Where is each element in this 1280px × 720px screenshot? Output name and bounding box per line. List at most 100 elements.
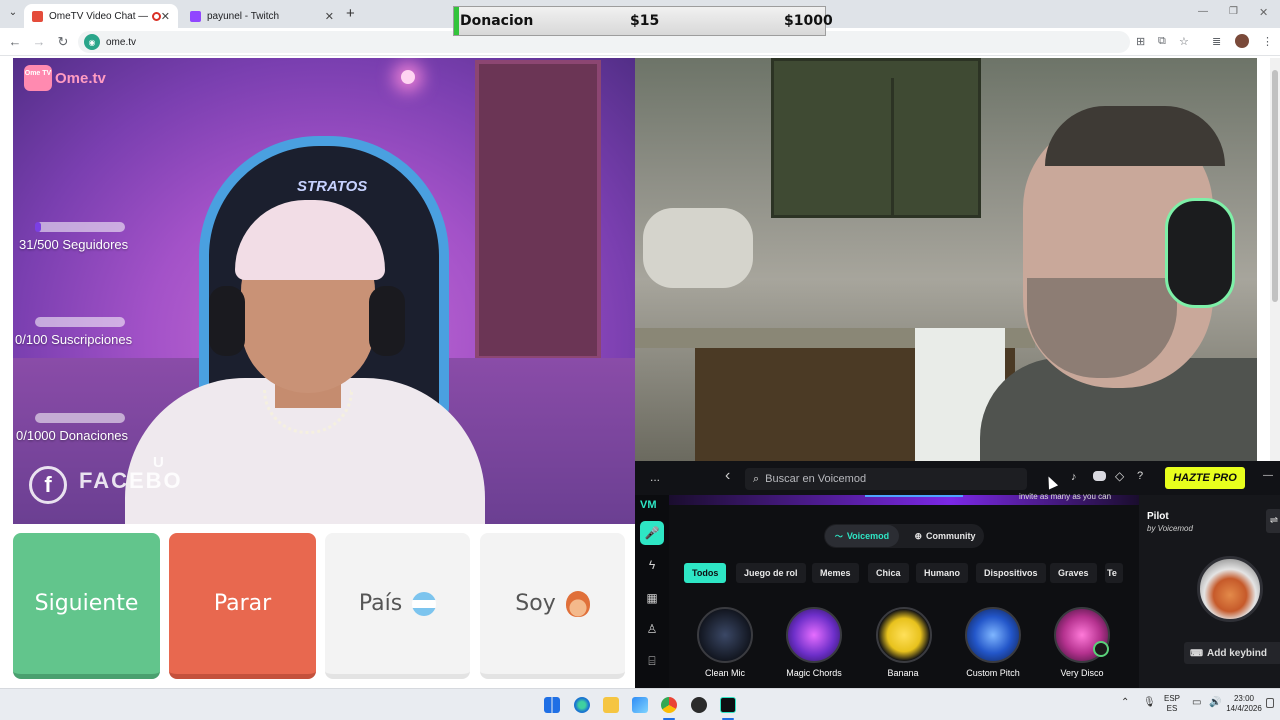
voice-custom-pitch[interactable] — [965, 607, 1021, 663]
notification-center-icon[interactable] — [1266, 698, 1274, 708]
donations-goal-bar — [35, 413, 125, 423]
promo-banner-text: invite as many as you can — [1019, 492, 1112, 501]
tab-label: OmeTV Video Chat — Ome — [49, 10, 148, 22]
tray-overflow-chevron-up-icon[interactable]: ⌃ — [1121, 697, 1129, 708]
more-menu-icon[interactable]: ⋮ — [1262, 35, 1273, 48]
tab-ometv[interactable]: OmeTV Video Chat — Ome ✕ — [24, 4, 178, 28]
twitch-favicon-icon — [190, 10, 201, 22]
voice-clean-mic[interactable] — [697, 607, 753, 663]
category-chip-chica[interactable]: Chica — [868, 563, 909, 583]
new-tab-button[interactable]: + — [346, 5, 355, 22]
voice-magic-chords[interactable] — [786, 607, 842, 663]
search-placeholder: Buscar en Voicemod — [765, 473, 867, 485]
pro-upgrade-label: HAZTE PRO — [1173, 472, 1237, 484]
followers-goal-fill — [35, 222, 41, 232]
back-chevron-icon[interactable]: ‹ — [725, 467, 730, 485]
help-icon[interactable]: ? — [1137, 470, 1143, 482]
category-chip-roleplay[interactable]: Juego de rol — [736, 563, 806, 583]
network-icon[interactable]: ▭ — [1192, 697, 1201, 708]
obs-studio-icon[interactable] — [691, 697, 707, 713]
clock[interactable]: 23:00 14/4/2026 — [1226, 694, 1262, 714]
donation-goal-overlay: Donacion $15 $1000 — [453, 6, 833, 36]
profile-avatar[interactable] — [1235, 34, 1249, 48]
ometv-logo-text: Ome.tv — [55, 69, 106, 87]
translate-icon[interactable]: ⊞ — [1136, 35, 1145, 48]
voicemod-source-tab[interactable]: 〜 Voicemod — [825, 525, 899, 547]
reading-list-icon[interactable]: ≣ — [1212, 35, 1221, 48]
cabinet-shape — [891, 78, 894, 218]
minimize-button[interactable]: — — [1263, 470, 1273, 481]
cabinet-shape — [771, 58, 981, 218]
category-chip-more[interactable]: Te — [1105, 563, 1123, 583]
local-video-feed: STRATOS Ome TV Ome.tv 31/500 Seguidores … — [13, 58, 635, 524]
recording-icon — [151, 11, 161, 21]
cast-icon[interactable]: ⧉ — [1158, 35, 1166, 48]
gender-button[interactable]: Soy — [480, 533, 625, 679]
photos-app-icon[interactable] — [632, 697, 648, 713]
file-explorer-icon[interactable] — [603, 697, 619, 713]
argentina-flag-icon — [412, 591, 437, 616]
stop-button[interactable]: Parar — [169, 533, 316, 679]
voicemod-app-icon[interactable] — [720, 697, 736, 713]
microphone-icon[interactable]: 🎤 — [640, 521, 664, 545]
volume-icon[interactable]: 🔊 — [1209, 697, 1221, 708]
voicemod-menu-button[interactable]: ... — [650, 470, 660, 484]
voice-banana[interactable] — [876, 607, 932, 663]
avatar-icon[interactable]: ♙ — [640, 617, 664, 641]
clock-time: 23:00 — [1233, 694, 1255, 703]
windows-start-icon[interactable] — [544, 697, 560, 713]
community-source-tab[interactable]: ⊕ Community — [907, 525, 983, 547]
page-scrollbar-thumb[interactable] — [1272, 70, 1278, 302]
language-code: ESP — [1164, 694, 1181, 703]
selected-voice-author: by Voicemod — [1147, 524, 1193, 533]
country-button-label: País — [358, 591, 403, 616]
window-minimize-icon[interactable]: — — [1198, 6, 1208, 17]
site-info-icon[interactable]: ◉ — [84, 34, 100, 50]
keyboard-layout: ES — [1166, 704, 1178, 713]
voice-name: Clean Mic — [704, 668, 745, 678]
voice-settings-icon[interactable]: ⇌ — [1266, 509, 1280, 533]
voice-name: Magic Chords — [786, 668, 842, 678]
clock-date: 14/4/2026 — [1226, 704, 1262, 713]
microphone-tray-icon[interactable]: 🎙 — [1143, 697, 1156, 708]
close-tab-icon[interactable]: ✕ — [325, 10, 334, 23]
bookmark-star-icon[interactable]: ☆ — [1179, 35, 1189, 48]
forward-arrow-icon[interactable]: → — [31, 34, 47, 50]
ometv-logo[interactable]: Ome TV Ome.tv — [24, 65, 106, 91]
edge-browser-icon[interactable] — [574, 697, 590, 713]
followers-goal-label: 31/500 Seguidores — [19, 237, 129, 252]
ometv-logo-badge: Ome TV — [24, 65, 52, 91]
close-tab-icon[interactable]: ✕ — [161, 10, 170, 23]
selected-voice-name: Pilot — [1147, 511, 1169, 522]
next-button[interactable]: Siguiente — [13, 533, 160, 679]
chrome-browser-icon[interactable] — [661, 697, 677, 713]
notification-bell-icon[interactable]: ♪ — [1071, 471, 1077, 483]
page-scrollbar[interactable] — [1270, 58, 1280, 461]
discord-icon[interactable] — [1093, 471, 1106, 481]
category-chip-dispositivos[interactable]: Dispositivos — [976, 563, 1046, 583]
window-maximize-icon[interactable]: ❐ — [1229, 6, 1238, 17]
category-chip-memes[interactable]: Memes — [812, 563, 859, 583]
back-arrow-icon[interactable]: ← — [7, 34, 23, 50]
category-chip-graves[interactable]: Graves — [1050, 563, 1097, 583]
diamond-icon[interactable]: ◇ — [1115, 469, 1124, 483]
add-keybind-button[interactable]: ⌨ Add keybind — [1184, 642, 1280, 664]
country-button[interactable]: País — [325, 533, 470, 679]
language-indicator[interactable]: ESP ES — [1164, 694, 1180, 714]
next-button-label: Siguiente — [34, 591, 139, 616]
tab-label: payunel - Twitch — [207, 10, 280, 22]
pro-upgrade-button[interactable]: HAZTE PRO — [1165, 467, 1245, 489]
tab-list-chevron-down-icon[interactable]: ⌄ — [6, 7, 20, 21]
voicemod-search-input[interactable]: ⌕ Buscar en Voicemod — [745, 468, 1027, 490]
tab-twitch[interactable]: payunel - Twitch ✕ — [182, 4, 342, 28]
reload-icon[interactable]: ↻ — [55, 34, 71, 50]
window-close-icon[interactable]: ✕ — [1259, 6, 1268, 19]
category-chip-todos[interactable]: Todos — [684, 563, 727, 583]
url-text: ome.tv — [106, 36, 137, 48]
gender-button-label: Soy — [515, 591, 556, 616]
remote-video-feed — [635, 58, 1257, 461]
gift-icon[interactable]: ⌸ — [640, 649, 664, 673]
soundboard-icon[interactable]: ϟ — [640, 553, 664, 577]
voice-lab-icon[interactable]: ▦ — [640, 586, 664, 610]
category-chip-humano[interactable]: Humano — [916, 563, 968, 583]
